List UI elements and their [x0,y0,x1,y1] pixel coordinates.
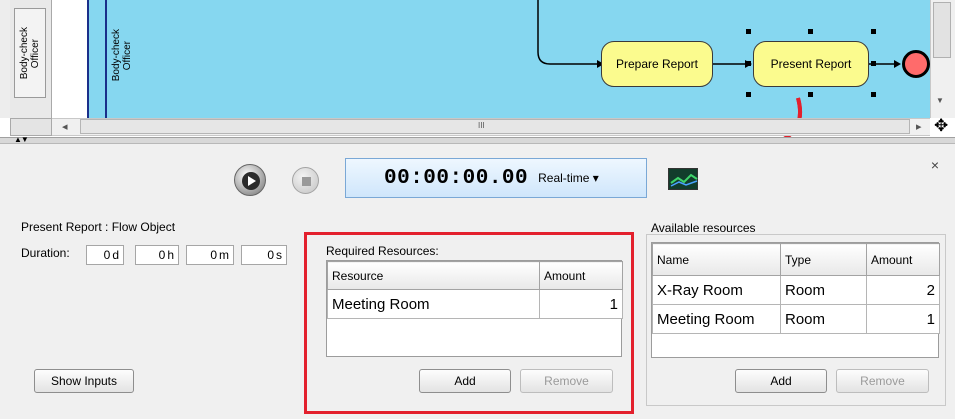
stop-icon [302,177,311,186]
available-resources-table[interactable]: Name Type Amount X-Ray Room Room 2 Meeti… [651,242,940,358]
resource-amount-cell[interactable]: 2 [866,275,940,305]
duration-hours-field[interactable]: 0h [135,245,179,265]
available-add-button[interactable]: Add [735,369,827,393]
task-present-report[interactable]: Present Report [753,41,869,87]
clock-time: 00:00:00.00 [384,166,529,190]
resource-type-cell[interactable]: Room [780,275,867,305]
resource-amount-cell[interactable]: 1 [866,304,940,334]
selection-handle[interactable] [746,92,751,97]
show-inputs-button[interactable]: Show Inputs [34,369,134,393]
flow-object-title: Present Report : Flow Object [21,220,176,234]
resource-name-cell[interactable]: X-Ray Room [652,275,781,305]
available-remove-button[interactable]: Remove [836,369,929,393]
selection-handle[interactable] [746,29,751,34]
simulation-clock: 00:00:00.00 Real-time ▾ [345,158,647,198]
selection-handle[interactable] [808,92,813,97]
scroll-down-icon[interactable]: ▼ [936,96,944,105]
selection-handle[interactable] [871,92,876,97]
scroll-left-icon[interactable]: ◂ [62,120,68,133]
selection-handle[interactable] [871,61,876,66]
chart-icon[interactable] [668,168,698,190]
duration-days-field[interactable]: 0d [86,245,124,265]
vertical-scroll-thumb[interactable] [933,2,951,58]
move-icon[interactable]: ✥ [934,116,948,136]
table-row[interactable]: Meeting Room Room 1 [652,304,940,334]
column-header-amount[interactable]: Amount [866,243,940,276]
highlight-box [304,232,634,414]
available-resources-title: Available resources [651,221,756,235]
clock-mode-dropdown[interactable]: Real-time ▾ [538,171,599,185]
scroll-corner [10,118,52,136]
run-simulation-button[interactable] [234,164,266,196]
close-panel-button[interactable]: × [926,156,944,174]
duration-seconds-field[interactable]: 0s [241,245,287,265]
duration-minutes-field[interactable]: 0m [186,245,234,265]
duration-label: Duration: [21,246,70,260]
resource-type-cell[interactable]: Room [780,304,867,334]
selection-handle[interactable] [871,29,876,34]
resource-name-cell[interactable]: Meeting Room [652,304,781,334]
column-header-name[interactable]: Name [652,243,781,276]
end-event[interactable] [902,50,930,78]
selection-handle[interactable] [746,61,751,66]
task-label: Present Report [770,57,852,71]
stop-simulation-button[interactable] [292,167,319,194]
task-label: Prepare Report [615,57,699,71]
horizontal-scroll-thumb[interactable] [80,119,910,134]
table-row[interactable]: X-Ray Room Room 2 [652,275,940,305]
scroll-grip-icon: III [478,121,485,130]
scroll-right-icon[interactable]: ▸ [916,120,922,133]
task-prepare-report[interactable]: Prepare Report [601,41,713,87]
selection-handle[interactable] [808,29,813,34]
play-gear-icon [242,172,260,190]
column-header-type[interactable]: Type [780,243,867,276]
